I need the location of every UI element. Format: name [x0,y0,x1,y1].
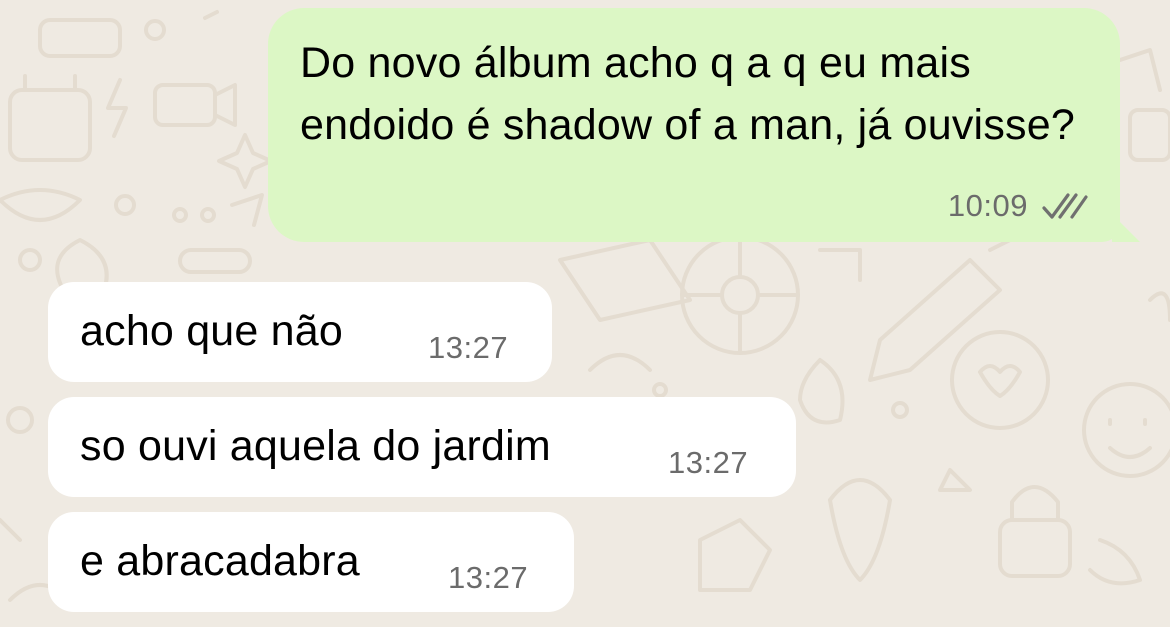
chat-view[interactable]: Do novo álbum acho q a q eu mais endoido… [0,0,1170,627]
bubble-tail [1112,214,1140,242]
incoming-message-bubble[interactable]: acho que não 13:27 [48,282,552,382]
double-check-read-icon [1042,193,1088,219]
incoming-message-bubble[interactable]: e abracadabra 13:27 [48,512,574,612]
incoming-message-bubble[interactable]: so ouvi aquela do jardim 13:27 [48,397,796,497]
message-timestamp: 13:27 [448,560,529,595]
message-text: Do novo álbum acho q a q eu mais endoido… [300,39,1075,149]
message-timestamp: 10:09 [947,188,1028,223]
message-text: acho que não [80,307,344,355]
message-text: e abracadabra [80,537,360,585]
message-text: so ouvi aquela do jardim [80,422,551,470]
outgoing-message-bubble[interactable]: Do novo álbum acho q a q eu mais endoido… [268,8,1140,242]
message-timestamp: 13:27 [428,330,509,365]
message-timestamp: 13:27 [668,445,749,480]
